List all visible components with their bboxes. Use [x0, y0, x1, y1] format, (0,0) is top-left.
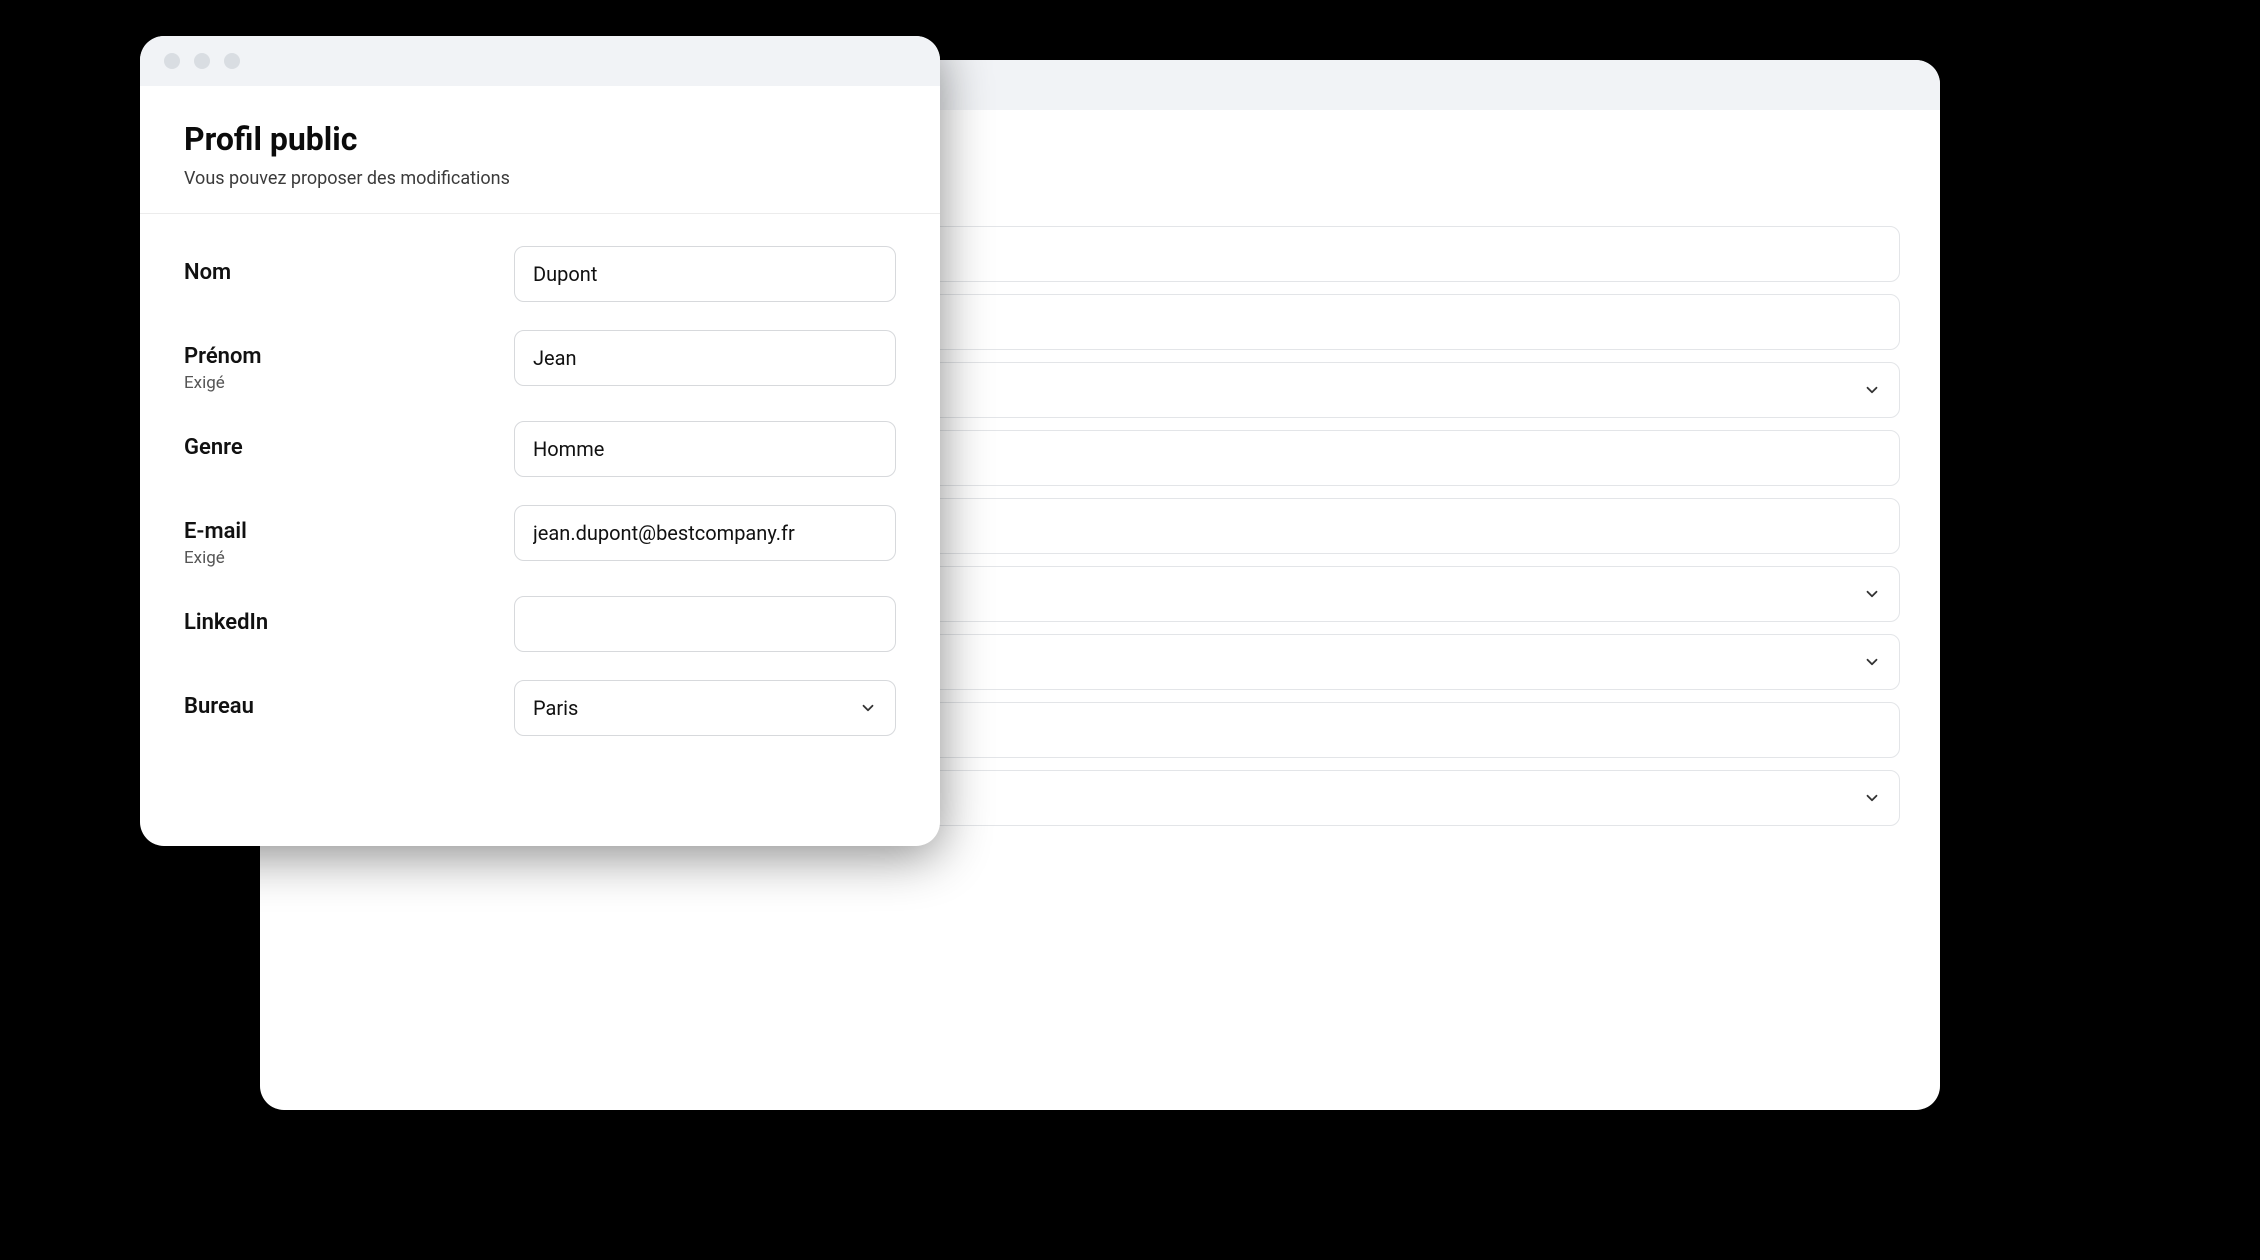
chevron-down-icon — [859, 699, 877, 717]
row-bureau: Bureau Paris — [184, 666, 896, 750]
label-bureau: Bureau — [184, 694, 514, 719]
genre-select[interactable]: Homme — [514, 421, 896, 477]
genre-value: Homme — [533, 437, 604, 461]
bureau-value: Paris — [533, 696, 578, 720]
prenom-input[interactable] — [514, 330, 896, 386]
row-genre: Genre Homme — [184, 407, 896, 491]
window-control-dot — [164, 53, 180, 69]
chevron-down-icon — [1863, 585, 1881, 603]
email-input[interactable] — [514, 505, 896, 561]
window-control-dot — [194, 53, 210, 69]
required-prenom: Exigé — [184, 373, 514, 393]
row-nom: Nom — [184, 232, 896, 316]
page-title: Profil public — [184, 120, 896, 158]
label-linkedin: LinkedIn — [184, 610, 514, 635]
label-nom: Nom — [184, 260, 514, 285]
linkedin-input[interactable] — [514, 596, 896, 652]
label-email: E-mail — [184, 519, 514, 544]
chevron-down-icon — [1863, 381, 1881, 399]
row-linkedin: LinkedIn — [184, 582, 896, 666]
nom-input[interactable] — [514, 246, 896, 302]
required-email: Exigé — [184, 548, 514, 568]
label-genre: Genre — [184, 435, 514, 460]
bureau-select[interactable]: Paris — [514, 680, 896, 736]
page-subtitle: Vous pouvez proposer des modifications — [184, 168, 896, 189]
profile-window: Profil public Vous pouvez proposer des m… — [140, 36, 940, 846]
row-prenom: Prénom Exigé — [184, 316, 896, 407]
label-prenom: Prénom — [184, 344, 514, 369]
window-titlebar — [140, 36, 940, 86]
window-control-dot — [224, 53, 240, 69]
divider — [140, 213, 940, 214]
row-email: E-mail Exigé — [184, 491, 896, 582]
chevron-down-icon — [1863, 789, 1881, 807]
chevron-down-icon — [1863, 653, 1881, 671]
